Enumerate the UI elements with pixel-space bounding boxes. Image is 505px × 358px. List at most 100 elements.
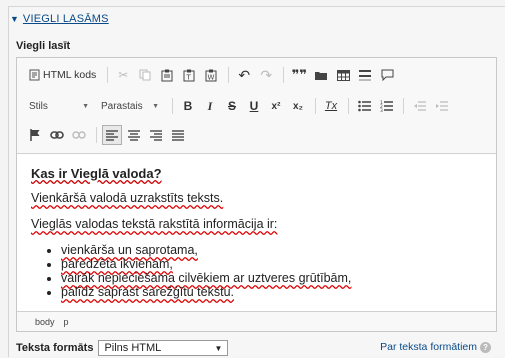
- anchor-button[interactable]: [25, 125, 45, 145]
- underline-button[interactable]: U: [244, 96, 264, 116]
- section-toggle[interactable]: ▼ VIEGLI LASĀMS: [10, 13, 109, 25]
- indent-icon: [435, 101, 448, 111]
- flag-icon: [29, 129, 39, 141]
- svg-text:T: T: [186, 73, 192, 81]
- styles-dropdown[interactable]: Stils ▼: [25, 97, 93, 115]
- content-paragraph-2: Vieglās valodas tekstā rakstītā informāc…: [31, 217, 278, 231]
- separator: [315, 98, 316, 114]
- separator: [107, 67, 109, 83]
- copy-icon: [139, 69, 151, 81]
- align-left-button[interactable]: [102, 125, 122, 145]
- separator: [348, 98, 349, 114]
- field-label: Viegli lasīt: [16, 40, 71, 52]
- text-format-selected: Pilns HTML: [104, 342, 162, 354]
- paste-word-button[interactable]: W: [201, 65, 221, 85]
- align-center-icon: [128, 129, 140, 141]
- undo-icon: ↶: [238, 66, 251, 83]
- copy-button[interactable]: [135, 65, 155, 85]
- element-path-bar: body p: [17, 311, 496, 331]
- format-dropdown[interactable]: Parastais ▼: [97, 97, 163, 115]
- path-item-body[interactable]: body: [35, 317, 55, 327]
- editor-toolbar: HTML kods ✂ T W ↶ ↷ ❞❞ Stils ▼ Parastais…: [17, 58, 496, 154]
- separator: [96, 127, 97, 143]
- toolbar-row-2: Stils ▼ Parastais ▼ B I S U x² x₂ Tx 123: [25, 95, 453, 117]
- chevron-down-icon: ▼: [214, 343, 223, 353]
- redo-button[interactable]: ↷: [256, 65, 276, 85]
- clipboard-icon: [161, 69, 173, 81]
- image-button[interactable]: [311, 65, 331, 85]
- numbered-list-button[interactable]: 123: [376, 96, 396, 116]
- content-list: vienkārša un saprotama, paredzēta ikvien…: [31, 243, 482, 299]
- format-dropdown-label: Parastais: [101, 100, 143, 112]
- toolbar-row-1: HTML kods ✂ T W ↶ ↷ ❞❞: [25, 64, 399, 86]
- chevron-down-icon: ▼: [152, 102, 159, 110]
- separator: [172, 98, 173, 114]
- section-title[interactable]: VIEGLI LASĀMS: [23, 13, 109, 25]
- unlink-button[interactable]: [69, 125, 89, 145]
- svg-text:W: W: [208, 73, 215, 81]
- outdent-icon: [413, 101, 426, 111]
- horizontal-rule-icon: [359, 69, 372, 81]
- content-paragraph-1: Vienkāršā valodā uzrakstīts teksts.: [31, 191, 224, 205]
- align-right-button[interactable]: [146, 125, 166, 145]
- speech-bubble-button[interactable]: [377, 65, 397, 85]
- unlink-icon: [72, 131, 86, 139]
- cut-button[interactable]: ✂: [113, 65, 133, 85]
- remove-format-button[interactable]: Tx: [321, 96, 341, 116]
- indent-button[interactable]: [431, 96, 451, 116]
- list-item: palīdz saprast sarežģītu tekstu.: [61, 285, 482, 299]
- paste-text-icon: T: [183, 69, 195, 81]
- numbered-list-icon: 123: [380, 100, 393, 112]
- italic-button[interactable]: I: [200, 96, 220, 116]
- rich-text-editor: HTML kods ✂ T W ↶ ↷ ❞❞ Stils ▼ Parastais…: [16, 57, 497, 332]
- list-item: vairāk nepieciešama cilvēkiem ar uztvere…: [61, 271, 482, 285]
- speech-bubble-icon: [381, 69, 394, 81]
- horizontal-rule-button[interactable]: [355, 65, 375, 85]
- outdent-button[interactable]: [409, 96, 429, 116]
- svg-text:3: 3: [380, 108, 383, 112]
- text-format-label: Teksta formāts: [16, 342, 94, 354]
- list-item: paredzēta ikvienam,: [61, 257, 482, 271]
- align-left-icon: [106, 129, 118, 141]
- text-format-help-link[interactable]: Par teksta formātiem ?: [380, 341, 491, 353]
- paste-word-icon: W: [205, 69, 217, 81]
- source-button-label: HTML kods: [43, 69, 97, 81]
- link-icon: [50, 131, 64, 139]
- text-format-select[interactable]: Pilns HTML ▼: [98, 340, 229, 356]
- folder-image-icon: [315, 71, 328, 80]
- collapse-triangle-icon: ▼: [10, 14, 19, 24]
- styles-dropdown-label: Stils: [29, 100, 48, 112]
- document-icon: [29, 69, 40, 81]
- link-button[interactable]: [47, 125, 67, 145]
- align-justify-button[interactable]: [168, 125, 188, 145]
- paste-text-button[interactable]: T: [179, 65, 199, 85]
- undo-button[interactable]: ↶: [234, 65, 254, 85]
- source-button[interactable]: HTML kods: [25, 65, 100, 85]
- bold-button[interactable]: B: [178, 96, 198, 116]
- align-right-icon: [150, 129, 162, 141]
- strikethrough-button[interactable]: S: [222, 96, 242, 116]
- toolbar-row-3: [25, 124, 190, 146]
- chevron-down-icon: ▼: [82, 102, 89, 110]
- editor-content[interactable]: Kas ir Vieglā valoda? Vienkāršā valodā u…: [17, 154, 496, 312]
- blockquote-button[interactable]: ❞❞: [289, 65, 309, 85]
- content-heading: Kas ir Vieglā valoda?: [31, 166, 162, 181]
- separator: [283, 67, 285, 83]
- separator: [228, 67, 230, 83]
- table-icon: [336, 69, 350, 81]
- separator: [403, 98, 404, 114]
- redo-icon: ↷: [260, 66, 273, 83]
- help-icon: ?: [480, 341, 491, 353]
- list-item: vienkārša un saprotama,: [61, 243, 482, 257]
- table-button[interactable]: [333, 65, 353, 85]
- help-link-label: Par teksta formātiem: [380, 341, 477, 353]
- paste-button[interactable]: [157, 65, 177, 85]
- bulleted-list-button[interactable]: [354, 96, 374, 116]
- subscript-button[interactable]: x₂: [288, 96, 308, 116]
- align-justify-icon: [172, 129, 184, 141]
- path-item-p[interactable]: p: [64, 317, 69, 327]
- scissors-icon: ✂: [118, 68, 129, 82]
- superscript-button[interactable]: x²: [266, 96, 286, 116]
- bulleted-list-icon: [357, 100, 371, 112]
- align-center-button[interactable]: [124, 125, 144, 145]
